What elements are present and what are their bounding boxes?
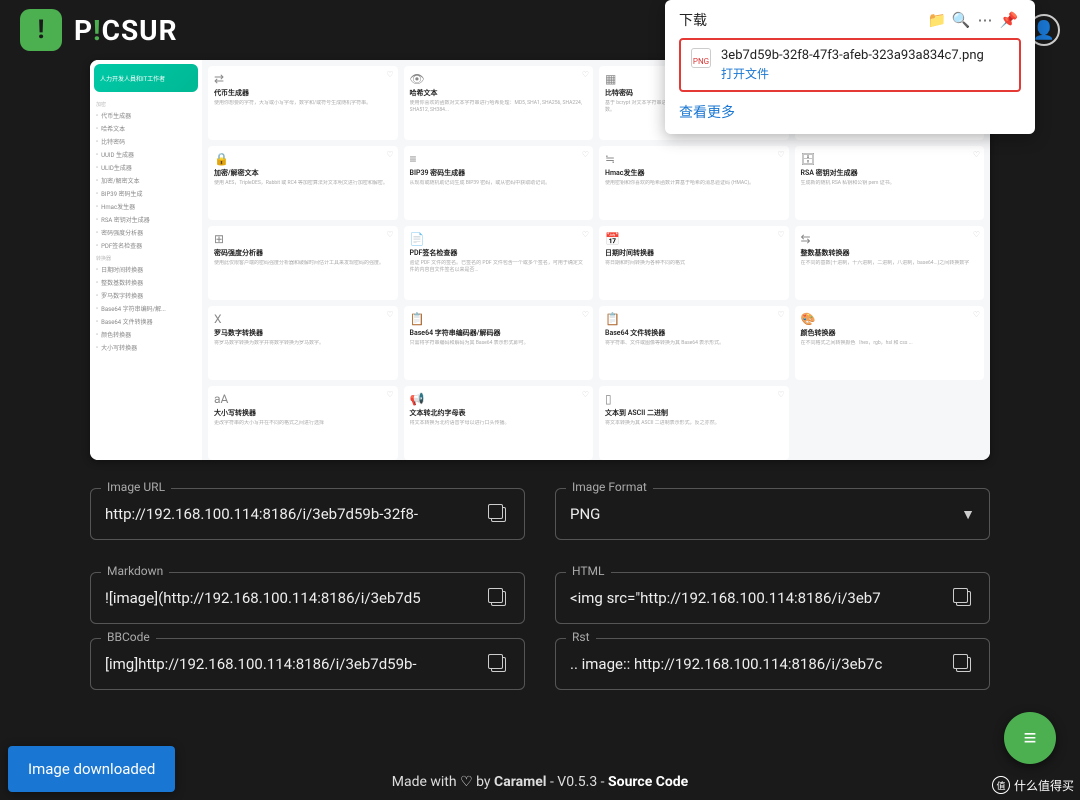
more-icon[interactable]: ⋯ [973,11,997,29]
preview-side-item: 大小写转换器 [94,341,198,354]
heart-icon: ♡ [386,70,393,79]
heart-icon: ♡ [582,230,589,239]
download-popup: 下载 📁 🔍 ⋯ 📌 PNG 3eb7d59b-32f8-47f3-afeb-3… [665,0,1035,134]
heart-icon: ♡ [386,310,393,319]
copy-button[interactable] [951,586,975,610]
logo-icon: ! [20,9,62,51]
preview-card: ♡⊞密码强度分析器使用此仅限客户端的密码强度分析器和破解时间估计工具来发现密码的… [208,226,398,300]
preview-side-item: 颜色转换器 [94,328,198,341]
preview-card: ♡👁哈希文本使用你喜欢的函数对文本字符串进行哈希处理：MD5, SHA1, SH… [404,66,594,140]
logo-text: P!CSUR [74,14,178,47]
preview-side-item: 密码强度分析器 [94,226,198,239]
preview-card: ♡📅日期时间转换器将日期和时间转换为各种不同的格式 [599,226,789,300]
image-format-value: PNG [570,505,961,523]
heart-icon: ♡ [582,70,589,79]
download-filename: 3eb7d59b-32f8-47f3-afeb-323a93a834c7.png [721,48,984,63]
rst-value[interactable]: .. image:: http://192.168.100.114:8186/i… [570,655,951,673]
snackbar: Image downloaded [8,746,175,792]
preview-side-item: PDF签名检查器 [94,239,198,252]
heart-icon: ♡ [386,230,393,239]
copy-button[interactable] [486,652,510,676]
heart-icon: ♡ [973,310,980,319]
pin-icon[interactable]: 📌 [997,11,1021,29]
preview-card: ♡📢文本转北约字母表将文本转换为北约语音字母以进行口头传播。 [404,386,594,460]
heart-icon: ♡ [582,390,589,399]
preview-card: ♡≒Hmac发生器使用密钥和你喜欢的哈希函数计算基于哈希的消息验证码 (HMAC… [599,146,789,220]
file-type-icon: PNG [691,48,711,68]
search-icon[interactable]: 🔍 [949,11,973,29]
preview-hero: 人力开发人員和IT工作者 [94,64,198,92]
watermark: 值 什么值得买 [992,776,1074,794]
image-url-field: Image URL http://192.168.100.114:8186/i/… [90,488,525,540]
download-see-more[interactable]: 查看更多 [679,102,1021,122]
preview-card: ♡X罗马数字转换器将罗马数字转换为数字并将数字转换为罗马数字。 [208,306,398,380]
fab-menu-button[interactable]: ≡ [1004,712,1056,764]
field-label: Image Format [566,480,653,494]
heart-icon: ♡ [777,230,784,239]
preview-side-item: 整数基数转换器 [94,276,198,289]
preview-card: ♡▯文本到 ASCII 二进制将文本转换为其 ASCII 二进制表示形式，反之亦… [599,386,789,460]
preview-card: ♡≡BIP39 密码生成器从现有或随机助记词生成 BIP39 密码，或从密码中获… [404,146,594,220]
preview-side-item: Hmac发生器 [94,200,198,213]
preview-side-item: ULID生成器 [94,161,198,174]
download-popup-title: 下载 [679,10,925,30]
open-file-link[interactable]: 打开文件 [721,65,984,82]
preview-card: ♡📋Base64 文件转换器将字符串、文件或图像等转换为其 Base64 表示形… [599,306,789,380]
field-label: Image URL [101,480,171,494]
markdown-field: Markdown ![image](http://192.168.100.114… [90,572,525,624]
copy-button[interactable] [486,586,510,610]
image-url-value[interactable]: http://192.168.100.114:8186/i/3eb7d59b-3… [105,505,486,523]
markdown-value[interactable]: ![image](http://192.168.100.114:8186/i/3… [105,589,486,607]
preview-card: ♡aA大小写转换器更改字符串的大小写并在不同的格式之间进行选择 [208,386,398,460]
heart-icon: ♡ [582,150,589,159]
preview-side-item: 日期时间转换器 [94,263,198,276]
bbcode-value[interactable]: [img]http://192.168.100.114:8186/i/3eb7d… [105,655,486,673]
preview-card: ♡🎨颜色转换器在不同格式之间转换颜色（hex，rgb，hsl 和 css ... [795,306,985,380]
preview-side-item: 加密/解密文本 [94,174,198,187]
preview-card: ♡🔒加密/解密文本使用 AES，TripleDES，Rabbit 或 RC4 等… [208,146,398,220]
copy-button[interactable] [486,502,510,526]
preview-card: ♡🗄RSA 密钥对生成器生成新的随机 RSA 私钥和公钥 pem 证书。 [795,146,985,220]
bbcode-field: BBCode [img]http://192.168.100.114:8186/… [90,638,525,690]
watermark-icon: 值 [992,776,1010,794]
preview-card: ♡⇆整数基数转换器在不同的基数(十进制，十六进制，二进制，八进制，base64.… [795,226,985,300]
html-value[interactable]: <img src="http://192.168.100.114:8186/i/… [570,589,951,607]
source-code-link[interactable]: Source Code [608,774,688,790]
preview-side-item: 比特密码 [94,135,198,148]
preview-side-item: Base64 文件转换器 [94,315,198,328]
share-fields: Image URL http://192.168.100.114:8186/i/… [90,470,990,690]
preview-side-item: 罗马数字转换器 [94,289,198,302]
preview-side-item: RSA 密钥对生成器 [94,213,198,226]
heart-icon: ♡ [386,390,393,399]
preview-side-item: Base64 字符串编码/解... [94,302,198,315]
preview-card: ♡📄PDF签名检查器验证 PDF 文件的签名。已签名的 PDF 文件包含一个或多… [404,226,594,300]
preview-card: ♡⇄代币生成器使用你想要的字符，大写或小写字母，数字和/或符号生成随机字符串。 [208,66,398,140]
copy-button[interactable] [951,652,975,676]
field-label: HTML [566,564,611,578]
field-label: Markdown [101,564,169,578]
field-label: Rst [566,630,596,644]
heart-icon: ♡ [777,150,784,159]
html-field: HTML <img src="http://192.168.100.114:81… [555,572,990,624]
heart-icon: ♡ [386,150,393,159]
folder-icon[interactable]: 📁 [925,11,949,29]
preview-side-item: BIP39 密码生成 [94,187,198,200]
preview-side-item: 代币生成器 [94,109,198,122]
preview-side-item: UUID 生成器 [94,148,198,161]
image-format-field[interactable]: Image Format PNG ▼ [555,488,990,540]
heart-icon: ♡ [777,310,784,319]
download-file-row[interactable]: PNG 3eb7d59b-32f8-47f3-afeb-323a93a834c7… [679,38,1021,92]
heart-icon: ♡ [460,774,473,790]
preview-side-item: 哈希文本 [94,122,198,135]
chevron-down-icon[interactable]: ▼ [961,506,975,523]
field-label: BBCode [101,630,156,644]
heart-icon: ♡ [777,390,784,399]
footer-author: Caramel [494,774,546,790]
heart-icon: ♡ [973,230,980,239]
preview-card: ♡📋Base64 字符串编码器/解码器只需将字符串编码和解码为其 Base64 … [404,306,594,380]
heart-icon: ♡ [582,310,589,319]
heart-icon: ♡ [973,150,980,159]
preview-sidebar: 人力开发人員和IT工作者 加密代币生成器哈希文本比特密码UUID 生成器ULID… [90,60,202,460]
rst-field: Rst .. image:: http://192.168.100.114:81… [555,638,990,690]
